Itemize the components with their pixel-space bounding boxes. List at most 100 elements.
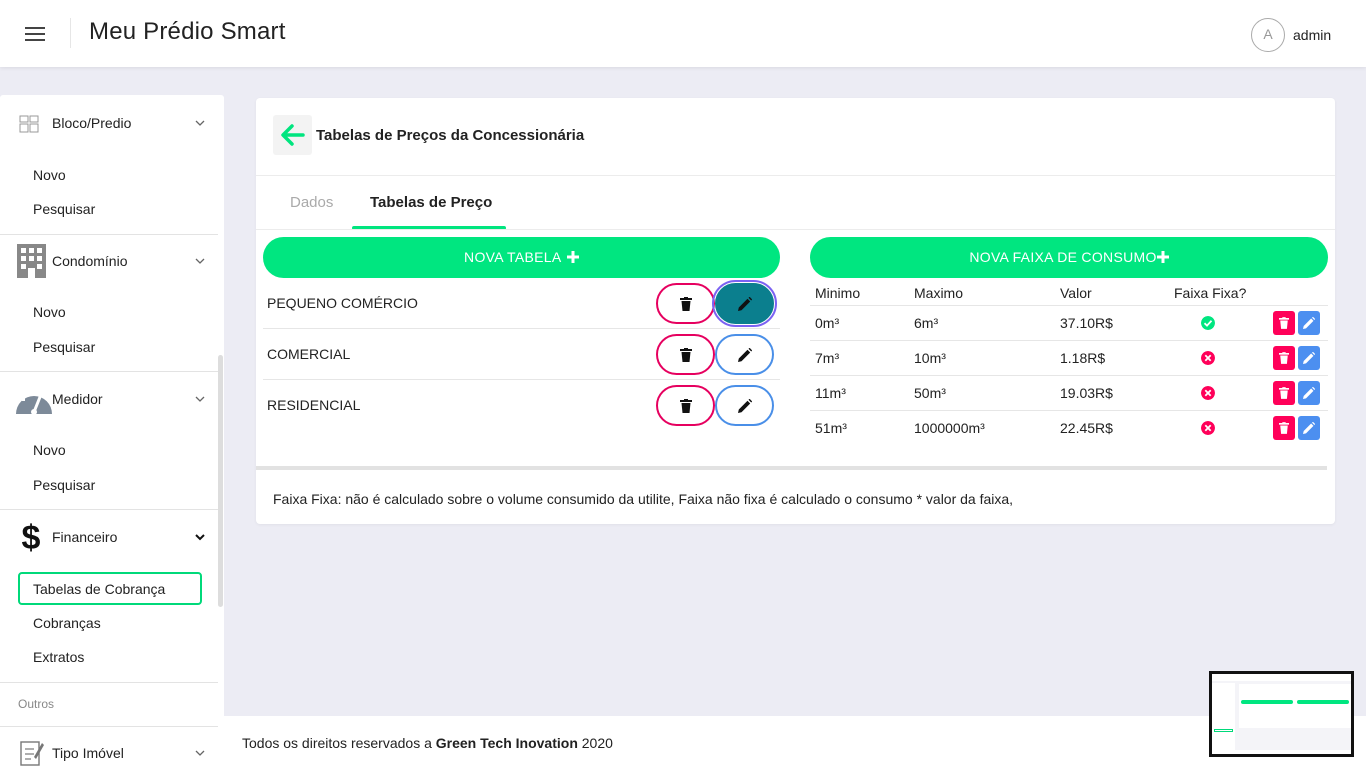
footer-text: Todos os direitos reservados a Green Tec… bbox=[242, 735, 613, 751]
dollar-icon: $ bbox=[22, 519, 41, 556]
maximo-cell: 50m³ bbox=[914, 385, 946, 401]
sidebar-item-cobrancas[interactable]: Cobranças bbox=[33, 615, 101, 631]
user-name[interactable]: admin bbox=[1293, 27, 1331, 43]
pencil-icon bbox=[1303, 387, 1315, 399]
delete-button[interactable] bbox=[656, 334, 715, 375]
tab-tabelas-de-preco[interactable]: Tabelas de Preço bbox=[370, 194, 492, 211]
sidebar-item-novo[interactable]: Novo bbox=[33, 442, 66, 458]
sidebar-group-label: Condomínio bbox=[52, 253, 128, 269]
sidebar-group-label: Financeiro bbox=[52, 529, 118, 545]
sidebar: Bloco/Predio Novo Pesquisar Condomínio N… bbox=[0, 95, 224, 768]
chevron-down-icon bbox=[195, 396, 205, 402]
delete-button[interactable] bbox=[1273, 311, 1295, 335]
divider bbox=[256, 229, 1335, 230]
sidebar-item-novo[interactable]: Novo bbox=[33, 167, 66, 183]
sidebar-item-novo[interactable]: Novo bbox=[33, 304, 66, 320]
delete-button[interactable] bbox=[1273, 416, 1295, 440]
sidebar-item-extratos[interactable]: Extratos bbox=[33, 649, 84, 665]
gauge-icon bbox=[16, 390, 52, 415]
office-building-icon bbox=[17, 244, 46, 278]
minimo-cell: 51m³ bbox=[815, 420, 847, 436]
sidebar-group-bloco-predio[interactable]: Bloco/Predio bbox=[0, 103, 218, 143]
page-title: Tabelas de Preços da Concessionária bbox=[316, 127, 585, 144]
sidebar-divider bbox=[0, 509, 218, 510]
trash-icon bbox=[1279, 422, 1289, 434]
sidebar-group-financeiro[interactable]: $ Financeiro bbox=[0, 517, 218, 557]
x-circle-icon bbox=[1201, 351, 1215, 365]
tab-dados[interactable]: Dados bbox=[290, 194, 333, 211]
plus-icon bbox=[1156, 251, 1169, 263]
table-name: PEQUENO COMÉRCIO bbox=[267, 295, 418, 311]
pencil-icon bbox=[1303, 422, 1315, 434]
delete-button[interactable] bbox=[656, 283, 715, 324]
nova-faixa-label: NOVA FAIXA DE CONSUMO bbox=[969, 249, 1157, 265]
header-divider bbox=[70, 18, 71, 48]
sidebar-group-condominio[interactable]: Condomínio bbox=[0, 241, 218, 281]
plus-icon bbox=[566, 251, 579, 263]
document-edit-icon bbox=[20, 741, 44, 766]
table-row: 11m³ 50m³ 19.03R$ bbox=[810, 376, 1328, 411]
menu-hamburger-icon[interactable] bbox=[25, 27, 45, 41]
sidebar-group-medidor[interactable]: Medidor bbox=[0, 379, 218, 419]
trash-icon bbox=[679, 398, 692, 413]
screenshot-thumbnail[interactable] bbox=[1209, 671, 1354, 757]
pencil-icon bbox=[737, 296, 752, 311]
sidebar-divider bbox=[0, 371, 218, 372]
column-header-minimo: Minimo bbox=[815, 285, 861, 301]
delete-button[interactable] bbox=[1273, 346, 1295, 370]
valor-cell: 19.03R$ bbox=[1060, 385, 1113, 401]
sidebar-item-tabelas-de-cobranca[interactable]: Tabelas de Cobrança bbox=[18, 572, 202, 605]
edit-button[interactable] bbox=[1298, 416, 1320, 440]
edit-button[interactable] bbox=[1298, 311, 1320, 335]
sidebar-group-tipo-imovel[interactable]: Tipo Imóvel bbox=[0, 733, 218, 768]
edit-button[interactable] bbox=[715, 385, 774, 426]
svg-text:$: $ bbox=[22, 519, 41, 556]
table-row: 51m³ 1000000m³ 22.45R$ bbox=[810, 411, 1328, 446]
maximo-cell: 10m³ bbox=[914, 350, 946, 366]
sidebar-divider bbox=[0, 682, 218, 683]
table-row[interactable]: COMERCIAL bbox=[263, 329, 780, 380]
edit-button[interactable] bbox=[712, 280, 777, 327]
pencil-icon bbox=[737, 398, 752, 413]
table-row[interactable]: PEQUENO COMÉRCIO bbox=[263, 278, 780, 329]
minimo-cell: 7m³ bbox=[815, 350, 840, 366]
trash-icon bbox=[1279, 317, 1289, 329]
horizontal-scrollbar[interactable] bbox=[256, 466, 1327, 470]
table-row[interactable]: RESIDENCIAL bbox=[263, 380, 780, 431]
nova-tabela-label: NOVA TABELA bbox=[464, 249, 561, 265]
nova-tabela-button[interactable]: NOVA TABELA bbox=[263, 237, 780, 278]
building-blocks-icon bbox=[19, 115, 39, 133]
footer: Todos os direitos reservados a Green Tec… bbox=[224, 716, 1366, 768]
back-button[interactable] bbox=[273, 115, 312, 155]
sidebar-group-label: Tipo Imóvel bbox=[52, 745, 124, 761]
arrow-left-icon bbox=[281, 124, 305, 146]
edit-button[interactable] bbox=[715, 334, 774, 375]
minimo-cell: 0m³ bbox=[815, 315, 840, 331]
nova-faixa-button[interactable]: NOVA FAIXA DE CONSUMO bbox=[810, 237, 1328, 278]
sidebar-item-pesquisar[interactable]: Pesquisar bbox=[33, 201, 95, 217]
delete-button[interactable] bbox=[1273, 381, 1295, 405]
check-circle-icon bbox=[1201, 316, 1215, 330]
pencil-icon bbox=[1303, 317, 1315, 329]
avatar[interactable]: A bbox=[1251, 18, 1285, 52]
sidebar-divider bbox=[0, 234, 218, 235]
valor-cell: 22.45R$ bbox=[1060, 420, 1113, 436]
sidebar-item-pesquisar[interactable]: Pesquisar bbox=[33, 339, 95, 355]
chevron-down-icon bbox=[195, 534, 205, 541]
edit-button[interactable] bbox=[1298, 346, 1320, 370]
delete-button[interactable] bbox=[656, 385, 715, 426]
sidebar-section-label: Outros bbox=[18, 697, 55, 711]
minimo-cell: 11m³ bbox=[815, 385, 846, 401]
trash-icon bbox=[679, 347, 692, 362]
sidebar-item-pesquisar[interactable]: Pesquisar bbox=[33, 477, 95, 493]
price-tables-card: Tabelas de Preços da Concessionária Dado… bbox=[256, 98, 1335, 524]
edit-button[interactable] bbox=[1298, 381, 1320, 405]
x-circle-icon bbox=[1201, 386, 1215, 400]
table-name: COMERCIAL bbox=[267, 346, 351, 362]
sidebar-group-label: Medidor bbox=[52, 391, 103, 407]
pencil-icon bbox=[1303, 352, 1315, 364]
sidebar-scrollbar[interactable] bbox=[218, 355, 223, 607]
footer-company: Green Tech Inovation bbox=[435, 735, 578, 751]
sidebar-group-label: Bloco/Predio bbox=[52, 115, 132, 131]
chevron-down-icon bbox=[195, 258, 205, 264]
